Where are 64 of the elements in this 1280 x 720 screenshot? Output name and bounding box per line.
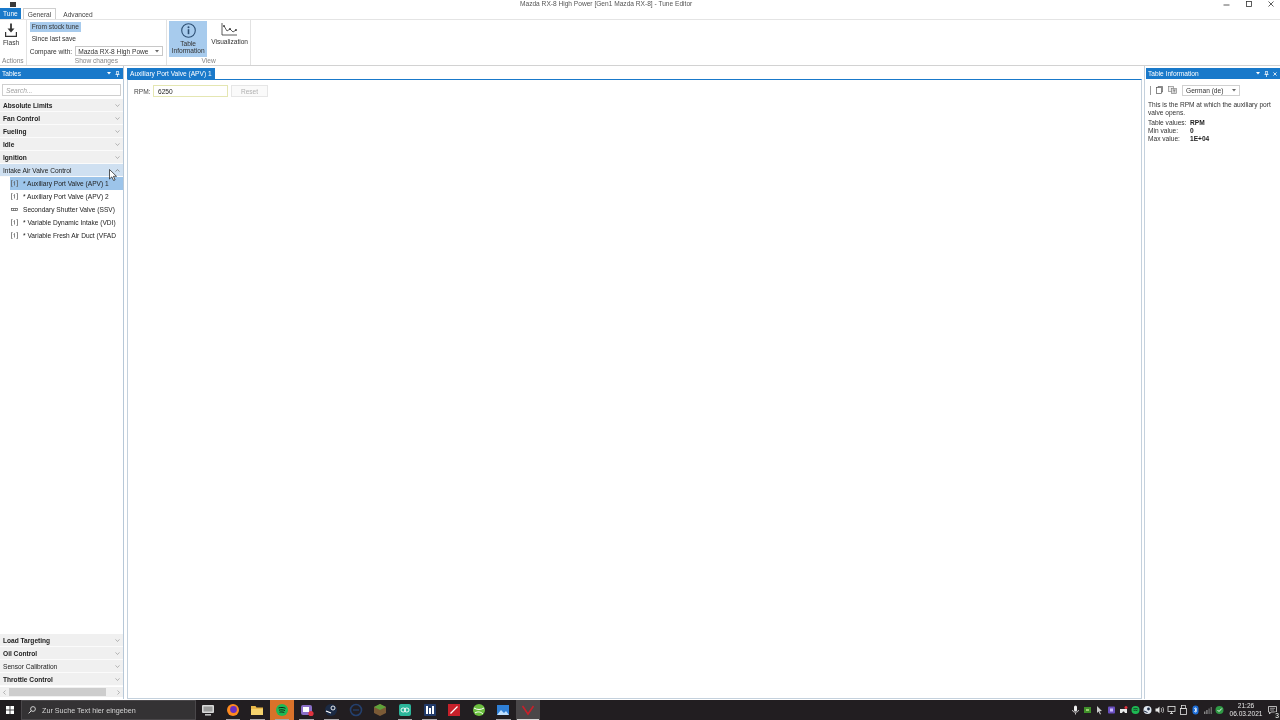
- sound-waves-icon[interactable]: [1131, 705, 1140, 715]
- chevron-up-icon: [115, 168, 120, 172]
- gamepad-icon[interactable]: [1119, 705, 1128, 715]
- speech-bubble-icon: [1267, 705, 1277, 715]
- mouse-pointer-icon: [109, 169, 117, 181]
- bars-tile-icon: [422, 703, 437, 717]
- copy-icon[interactable]: [1156, 86, 1163, 94]
- horizontal-scrollbar[interactable]: [0, 687, 123, 697]
- app-icon: [10, 1, 16, 7]
- signal-bars-icon[interactable]: [1203, 705, 1212, 715]
- table-icon: [11, 232, 18, 239]
- pointer-icon[interactable]: [1095, 705, 1104, 715]
- cube-icon: [373, 703, 388, 717]
- tile-icon: [299, 703, 314, 717]
- chevron-down-icon: [115, 651, 120, 655]
- picture-icon: [496, 703, 511, 717]
- shield-icon[interactable]: [1215, 705, 1224, 715]
- folder-icon: [250, 703, 265, 717]
- ring-icon: [225, 703, 240, 717]
- line-chart-icon: [221, 23, 238, 36]
- table-icon: [11, 219, 18, 226]
- circle-logo-icon[interactable]: [1143, 705, 1152, 715]
- speaker-icon[interactable]: [1155, 705, 1164, 715]
- monitor-icon: [201, 703, 216, 717]
- maximize-icon[interactable]: [1246, 1, 1252, 7]
- chevron-down-icon: [115, 142, 120, 146]
- chevron-down-icon: [115, 664, 120, 668]
- ball-icon: [471, 703, 486, 717]
- scrollbar-thumb[interactable]: [9, 688, 106, 696]
- close-icon[interactable]: [1268, 1, 1274, 7]
- bar-icon: [11, 206, 18, 213]
- translate-icon[interactable]: [1168, 86, 1177, 94]
- chevron-logo-icon: [521, 703, 535, 717]
- chevron-down-icon: [115, 116, 120, 120]
- chip-icon[interactable]: [1083, 705, 1092, 715]
- info-icon: [180, 23, 196, 38]
- link-tile-icon: [398, 703, 413, 717]
- table-icon: [11, 180, 18, 187]
- sound-waves-icon: [275, 703, 290, 717]
- chevron-down-icon: [115, 155, 120, 159]
- chevron-down-icon: [115, 638, 120, 642]
- search-icon: [28, 706, 36, 714]
- table-icon: [11, 193, 18, 200]
- bluetooth-icon[interactable]: [1191, 705, 1200, 715]
- pin-icon[interactable]: [1264, 70, 1269, 77]
- download-icon: [5, 23, 18, 37]
- drive-icon[interactable]: [1179, 705, 1188, 715]
- dropdown-caret-icon[interactable]: [107, 72, 111, 75]
- circle-logo-icon: [324, 703, 339, 717]
- windows-logo-icon: [6, 706, 14, 714]
- chevron-down-icon: [115, 103, 120, 107]
- pin-icon[interactable]: [115, 70, 120, 77]
- chevron-down-icon: [115, 129, 120, 133]
- swirl-icon: [348, 703, 363, 717]
- slash-tile-icon: [447, 703, 462, 717]
- dropdown-caret-icon[interactable]: [1256, 72, 1260, 75]
- microphone-icon[interactable]: [1071, 705, 1080, 715]
- tile-icon[interactable]: [1107, 705, 1116, 715]
- chevron-down-icon: [115, 677, 120, 681]
- monitor-icon[interactable]: [1167, 705, 1176, 715]
- taskbar-button[interactable]: [269, 700, 295, 720]
- caret-icon: [155, 49, 160, 53]
- caret-icon: [1232, 88, 1236, 92]
- taskbar-button[interactable]: [515, 700, 541, 720]
